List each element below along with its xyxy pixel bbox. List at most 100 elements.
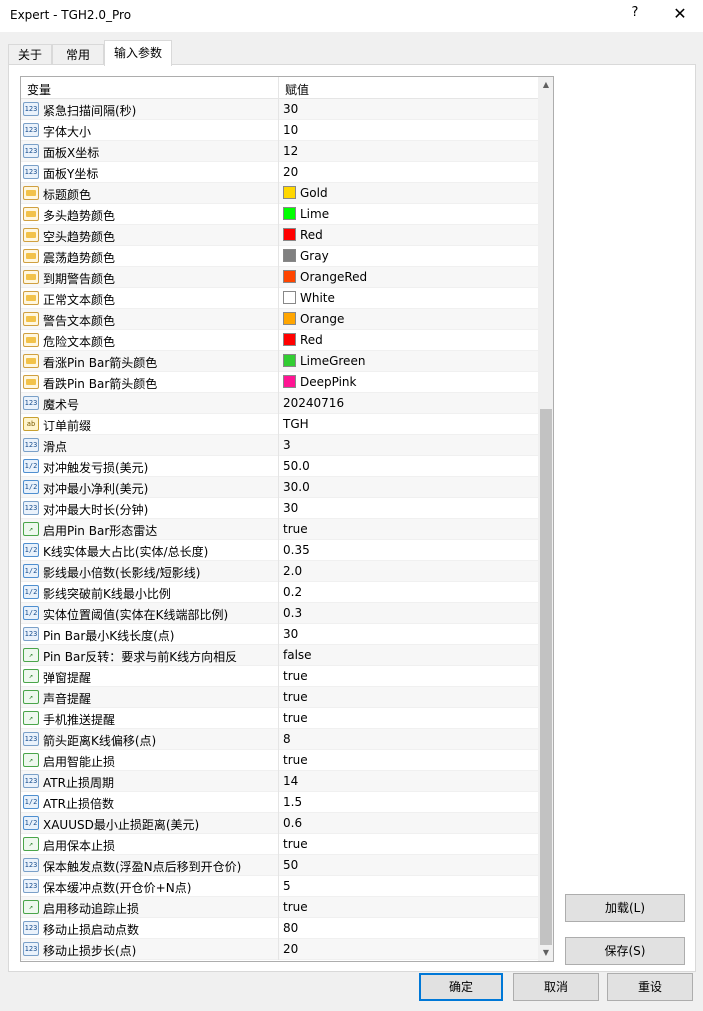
variable-value[interactable]: Red <box>283 333 323 347</box>
table-row[interactable]: 正常文本颜色 White <box>21 288 539 309</box>
variable-value[interactable]: DeepPink <box>283 375 356 389</box>
variable-value[interactable]: true <box>283 669 308 683</box>
table-row[interactable]: 123 ATR止损周期 14 <box>21 771 539 792</box>
variable-value[interactable]: 10 <box>283 123 298 137</box>
scroll-thumb[interactable] <box>540 409 552 945</box>
variable-value[interactable]: OrangeRed <box>283 270 367 284</box>
variable-value[interactable]: 2.0 <box>283 564 302 578</box>
table-row[interactable]: 1/2 影线最小倍数(长影线/短影线) 2.0 <box>21 561 539 582</box>
table-row[interactable]: ↗ 启用智能止损 true <box>21 750 539 771</box>
table-row[interactable]: ↗ 启用Pin Bar形态雷达 true <box>21 519 539 540</box>
variable-value[interactable]: 50.0 <box>283 459 310 473</box>
variable-value[interactable]: 5 <box>283 879 291 893</box>
table-row[interactable]: 1/2 XAUUSD最小止损距离(美元) 0.6 <box>21 813 539 834</box>
variable-value[interactable]: true <box>283 522 308 536</box>
cancel-button[interactable]: 取消 <box>513 973 599 1001</box>
table-row[interactable]: 1/2 K线实体最大占比(实体/总长度) 0.35 <box>21 540 539 561</box>
variable-value[interactable]: 12 <box>283 144 298 158</box>
table-row[interactable]: 123 保本触发点数(浮盈N点后移到开仓价) 50 <box>21 855 539 876</box>
help-button[interactable]: ? <box>620 5 650 27</box>
integer-type-icon: 123 <box>23 102 39 116</box>
vertical-scrollbar[interactable]: ▲ ▼ <box>538 77 553 961</box>
table-row[interactable]: ↗ Pin Bar反转：要求与前K线方向相反 false <box>21 645 539 666</box>
tab-about[interactable]: 关于 <box>8 44 52 66</box>
table-row[interactable]: 123 面板X坐标 12 <box>21 141 539 162</box>
table-row[interactable]: 危险文本颜色 Red <box>21 330 539 351</box>
table-row[interactable]: 到期警告颜色 OrangeRed <box>21 267 539 288</box>
table-row[interactable]: 1/2 影线突破前K线最小比例 0.2 <box>21 582 539 603</box>
save-button[interactable]: 保存(S) <box>565 937 685 965</box>
variable-value[interactable]: 30 <box>283 501 298 515</box>
tab-common[interactable]: 常用 <box>52 44 104 66</box>
scroll-down-arrow-icon[interactable]: ▼ <box>538 945 553 961</box>
variable-value[interactable]: 50 <box>283 858 298 872</box>
table-row[interactable]: 警告文本颜色 Orange <box>21 309 539 330</box>
table-row[interactable]: ↗ 启用移动追踪止损 true <box>21 897 539 918</box>
variable-value[interactable]: true <box>283 900 308 914</box>
table-row[interactable]: ↗ 手机推送提醒 true <box>21 708 539 729</box>
variable-value[interactable]: 20 <box>283 942 298 956</box>
table-row[interactable]: 1/2 对冲最小净利(美元) 30.0 <box>21 477 539 498</box>
variable-value[interactable]: 8 <box>283 732 291 746</box>
table-row[interactable]: 123 移动止损步长(点) 20 <box>21 939 539 960</box>
variable-value[interactable]: 1.5 <box>283 795 302 809</box>
variable-value[interactable]: 0.2 <box>283 585 302 599</box>
table-row[interactable]: 123 对冲最大时长(分钟) 30 <box>21 498 539 519</box>
variable-value[interactable]: true <box>283 837 308 851</box>
variable-value[interactable]: 0.35 <box>283 543 310 557</box>
variable-value[interactable]: LimeGreen <box>283 354 365 368</box>
variable-value[interactable]: 30 <box>283 627 298 641</box>
variable-value[interactable]: TGH <box>283 417 309 431</box>
variable-value[interactable]: 20240716 <box>283 396 344 410</box>
reset-button[interactable]: 重设 <box>607 973 693 1001</box>
table-row[interactable]: 123 魔术号 20240716 <box>21 393 539 414</box>
table-row[interactable]: ab 订单前缀 TGH <box>21 414 539 435</box>
variable-value[interactable]: 3 <box>283 438 291 452</box>
table-row[interactable]: 123 面板Y坐标 20 <box>21 162 539 183</box>
variable-value[interactable]: 20 <box>283 165 298 179</box>
variable-value[interactable]: Gray <box>283 249 329 263</box>
table-row[interactable]: 123 箭头距离K线偏移(点) 8 <box>21 729 539 750</box>
table-row[interactable]: 1/2 对冲触发亏损(美元) 50.0 <box>21 456 539 477</box>
variable-value[interactable]: true <box>283 753 308 767</box>
column-header-variable[interactable]: 变量 <box>27 81 51 98</box>
close-button[interactable]: ✕ <box>660 4 700 28</box>
table-row[interactable]: 看涨Pin Bar箭头颜色 LimeGreen <box>21 351 539 372</box>
variable-value[interactable]: White <box>283 291 335 305</box>
variable-value[interactable]: 30 <box>283 102 298 116</box>
variable-value[interactable]: true <box>283 711 308 725</box>
ok-button[interactable]: 确定 <box>419 973 503 1001</box>
variable-value[interactable]: 0.6 <box>283 816 302 830</box>
variable-value[interactable]: 80 <box>283 921 298 935</box>
variable-value[interactable]: 30.0 <box>283 480 310 494</box>
table-row[interactable]: ↗ 启用保本止损 true <box>21 834 539 855</box>
table-row[interactable]: 1/2 ATR止损倍数 1.5 <box>21 792 539 813</box>
variable-value[interactable]: Red <box>283 228 323 242</box>
column-divider[interactable] <box>278 77 279 99</box>
variable-value[interactable]: Gold <box>283 186 328 200</box>
table-row[interactable]: 空头趋势颜色 Red <box>21 225 539 246</box>
variable-value[interactable]: 0.3 <box>283 606 302 620</box>
table-row[interactable]: 123 滑点 3 <box>21 435 539 456</box>
table-row[interactable]: 多头趋势颜色 Lime <box>21 204 539 225</box>
column-header-value[interactable]: 赋值 <box>285 81 309 98</box>
table-row[interactable]: 123 移动止损启动点数 80 <box>21 918 539 939</box>
tab-inputs[interactable]: 输入参数 <box>104 40 172 66</box>
table-row[interactable]: 1/2 实体位置阈值(实体在K线端部比例) 0.3 <box>21 603 539 624</box>
table-row[interactable]: 震荡趋势颜色 Gray <box>21 246 539 267</box>
scroll-up-arrow-icon[interactable]: ▲ <box>538 77 553 93</box>
table-row[interactable]: ↗ 弹窗提醒 true <box>21 666 539 687</box>
table-row[interactable]: 123 字体大小 10 <box>21 120 539 141</box>
table-row[interactable]: ↗ 声音提醒 true <box>21 687 539 708</box>
table-row[interactable]: 123 保本缓冲点数(开仓价+N点) 5 <box>21 876 539 897</box>
variable-value[interactable]: false <box>283 648 312 662</box>
variable-value[interactable]: 14 <box>283 774 298 788</box>
variable-value[interactable]: Lime <box>283 207 329 221</box>
table-row[interactable]: 123 Pin Bar最小K线长度(点) 30 <box>21 624 539 645</box>
load-button[interactable]: 加载(L) <box>565 894 685 922</box>
variable-value[interactable]: true <box>283 690 308 704</box>
table-row[interactable]: 标题颜色 Gold <box>21 183 539 204</box>
variable-value[interactable]: Orange <box>283 312 344 326</box>
table-row[interactable]: 看跌Pin Bar箭头颜色 DeepPink <box>21 372 539 393</box>
table-row[interactable]: 123 紧急扫描间隔(秒) 30 <box>21 99 539 120</box>
